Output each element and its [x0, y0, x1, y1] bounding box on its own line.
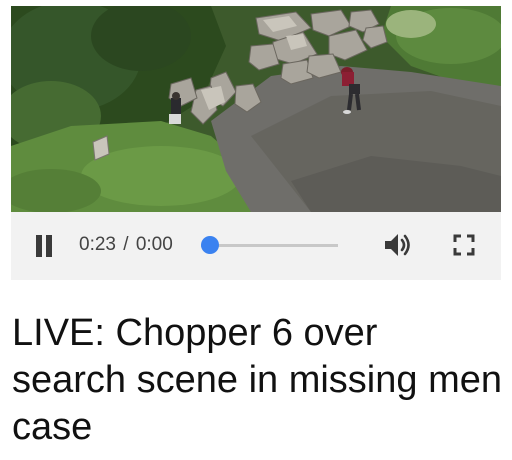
pause-icon — [36, 235, 42, 257]
time-display: 0:23 / 0:00 — [79, 233, 173, 257]
aerial-scene-image — [11, 6, 501, 212]
seek-track — [201, 244, 338, 247]
article-headline: LIVE: Chopper 6 over search scene in mis… — [12, 312, 502, 448]
time-separator: / — [123, 234, 129, 255]
video-article-page: 0:23 / 0:00 LIVE: Chopper 6 over search — [0, 0, 512, 460]
seek-slider[interactable] — [201, 234, 338, 256]
seek-handle[interactable] — [201, 236, 219, 254]
volume-button[interactable] — [383, 231, 413, 259]
video-controls-bar: 0:23 / 0:00 — [11, 212, 501, 280]
duration: 0:00 — [135, 234, 173, 255]
pause-button[interactable] — [35, 235, 55, 257]
fullscreen-icon — [453, 234, 475, 256]
video-frame[interactable] — [11, 6, 501, 212]
fullscreen-button[interactable] — [452, 233, 476, 257]
volume-icon — [385, 234, 410, 256]
current-time: 0:23 — [79, 234, 116, 255]
